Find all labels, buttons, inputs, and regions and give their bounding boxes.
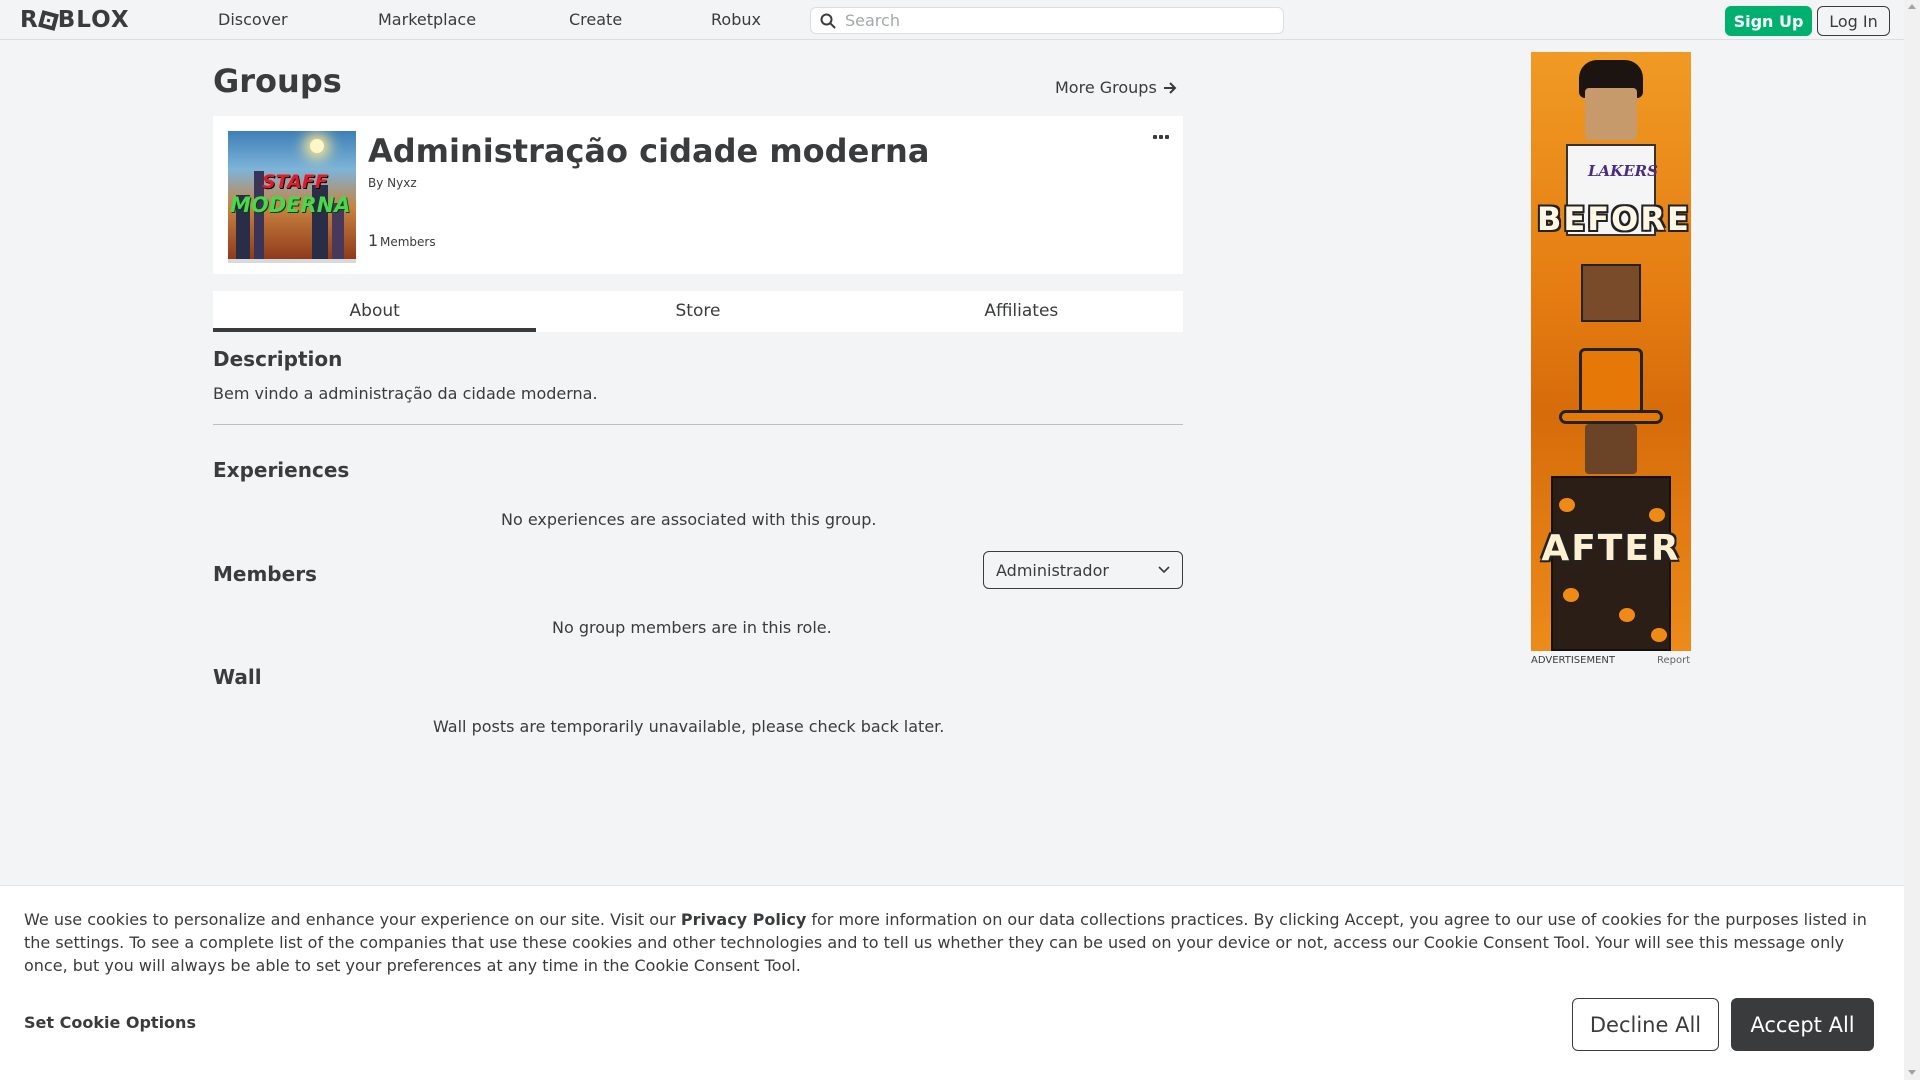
tab-store[interactable]: Store (536, 291, 859, 332)
cookie-message: We use cookies to personalize and enhanc… (24, 908, 1884, 977)
dot (1165, 135, 1169, 139)
tab-about[interactable]: About (213, 291, 537, 332)
tab-affiliates[interactable]: Affiliates (860, 291, 1183, 332)
group-owner: By Nyxz (368, 176, 417, 190)
log-in-button[interactable]: Log In (1817, 6, 1890, 36)
pumpkin-icon (1563, 588, 1579, 602)
emblem-text-moderna: MODERNA (230, 193, 351, 217)
nav-link-marketplace[interactable]: Marketplace (378, 0, 476, 40)
nav-link-robux[interactable]: Robux (711, 0, 761, 40)
sign-up-button[interactable]: Sign Up (1725, 6, 1812, 36)
experiences-heading: Experiences (213, 458, 350, 482)
search-icon[interactable] (811, 7, 845, 34)
emblem-light-glow (310, 139, 324, 153)
section-divider (213, 424, 1183, 425)
members-empty-text: No group members are in this role. (552, 618, 832, 637)
group-header-card: STAFF MODERNA Administração cidade moder… (213, 116, 1183, 274)
vertical-scrollbar[interactable] (1904, 0, 1920, 1080)
ad-avatar-head (1585, 88, 1637, 140)
scroll-down-arrow-icon[interactable] (1908, 1070, 1916, 1075)
decline-all-button[interactable]: Decline All (1572, 998, 1719, 1051)
chevron-down-icon (1158, 566, 1170, 574)
member-count: 1 (368, 231, 379, 250)
description-heading: Description (213, 347, 343, 371)
logo-tilted-o (37, 9, 59, 31)
ad-text-before: BEFORE (1537, 200, 1691, 238)
owner-prefix: By (368, 176, 384, 190)
group-tabs: About Store Affiliates (213, 291, 1183, 332)
group-name: Administração cidade moderna (368, 132, 930, 170)
scroll-up-arrow-icon[interactable] (1908, 4, 1916, 9)
dot (1159, 135, 1163, 139)
more-groups-label: More Groups (1055, 78, 1157, 97)
more-dots-icon[interactable] (1153, 132, 1173, 142)
search-input[interactable] (845, 8, 1283, 33)
pumpkin-icon (1559, 498, 1575, 512)
ad-avatar-hat-brim (1559, 410, 1663, 424)
members-heading: Members (213, 562, 317, 586)
advertisement-banner[interactable]: LAKERS BEFORE AFTER (1531, 52, 1691, 651)
ad-avatar-legs (1581, 264, 1641, 322)
wall-heading: Wall (213, 665, 262, 689)
owner-link[interactable]: Nyxz (387, 176, 416, 190)
pumpkin-icon (1651, 628, 1667, 642)
ad-avatar-hat (1579, 348, 1643, 414)
ad-text-after: AFTER (1541, 528, 1681, 569)
ad-avatar-head (1585, 424, 1637, 474)
nav-link-create[interactable]: Create (569, 0, 622, 40)
nav-link-discover[interactable]: Discover (218, 0, 288, 40)
pumpkin-icon (1619, 608, 1635, 622)
accept-all-button[interactable]: Accept All (1731, 998, 1874, 1051)
set-cookie-options-link[interactable]: Set Cookie Options (24, 1013, 196, 1032)
role-dropdown[interactable]: Administrador (983, 551, 1183, 589)
privacy-policy-link[interactable]: Privacy Policy (681, 910, 806, 929)
experiences-empty-text: No experiences are associated with this … (501, 510, 877, 529)
roblox-logo[interactable]: R BLOX (20, 7, 130, 33)
cookie-consent-banner: We use cookies to personalize and enhanc… (0, 885, 1904, 1080)
emblem-shadow (228, 259, 356, 263)
emblem-text-staff: STAFF (262, 171, 328, 193)
cookie-text-part1: We use cookies to personalize and enhanc… (24, 910, 681, 929)
ad-jersey-text: LAKERS (1588, 162, 1658, 180)
page-title: Groups (213, 62, 342, 100)
top-navigation-bar: R BLOX Discover Marketplace Create Robux … (0, 0, 1904, 40)
description-text: Bem vindo a administração da cidade mode… (213, 384, 598, 403)
role-dropdown-value: Administrador (996, 560, 1109, 580)
search-box (810, 7, 1284, 34)
member-count-label: Members (380, 235, 436, 249)
more-groups-link[interactable]: More Groups (1055, 78, 1177, 97)
arrow-right-icon (1163, 81, 1177, 94)
pumpkin-icon (1649, 508, 1665, 522)
group-emblem-image[interactable]: STAFF MODERNA (228, 131, 356, 259)
logo-letter-r: R (20, 7, 39, 33)
dot (1153, 135, 1157, 139)
logo-letters-blox: BLOX (57, 7, 130, 33)
wall-empty-text: Wall posts are temporarily unavailable, … (433, 717, 945, 736)
advertisement-label: ADVERTISEMENT (1531, 655, 1616, 666)
ad-report-link[interactable]: Report (1657, 655, 1690, 666)
